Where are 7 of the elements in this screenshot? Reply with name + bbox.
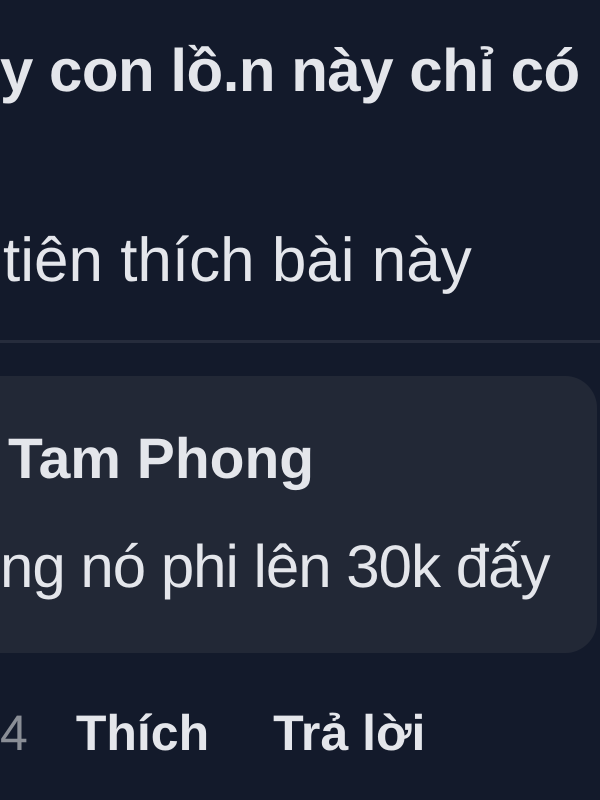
- reply-link[interactable]: Trả lời: [273, 703, 426, 763]
- post-text: y con lồ.n này chỉ có: [0, 36, 581, 106]
- reactions-summary[interactable]: tiên thích bài này: [0, 224, 600, 298]
- author-name[interactable]: Tam Phong: [0, 425, 314, 493]
- timestamp: 4: [0, 704, 28, 763]
- comment-text: ng nó phi lên 30k đấy: [0, 532, 551, 602]
- like-link[interactable]: Thích: [76, 703, 210, 763]
